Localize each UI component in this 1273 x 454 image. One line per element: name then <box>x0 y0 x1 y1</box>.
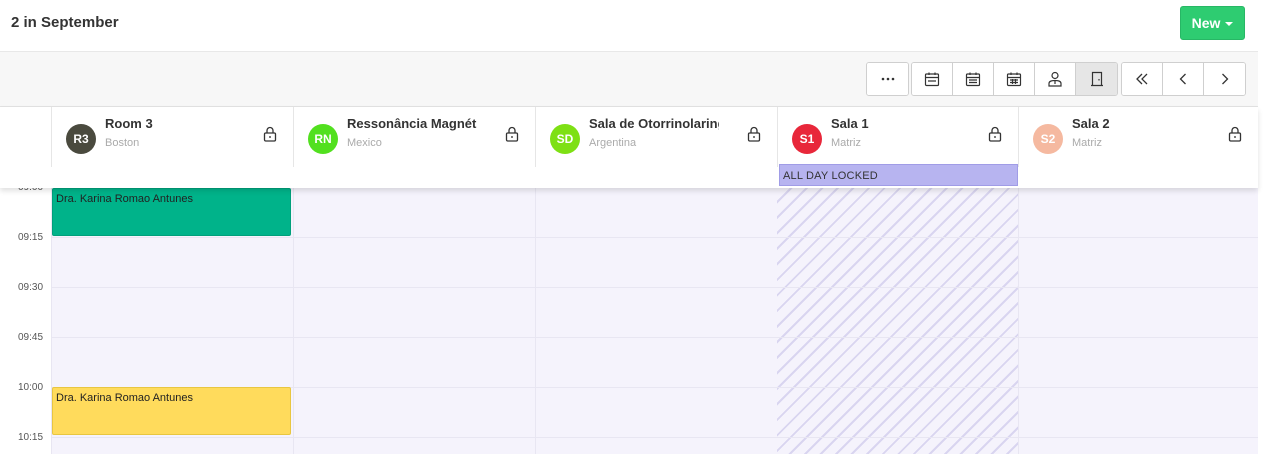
time-label: 10:15 <box>18 432 44 443</box>
resource-room-3[interactable]: R3 Room 3 Boston <box>51 107 293 167</box>
grid-line <box>51 287 1258 288</box>
previous-button[interactable] <box>1163 63 1204 95</box>
resource-sala-2[interactable]: S2 Sala 2 Matriz <box>1018 107 1258 167</box>
more-horizontal-icon <box>881 77 894 81</box>
scrollbar-track[interactable] <box>1258 0 1273 454</box>
resource-name: Sala 2 <box>1072 116 1110 131</box>
chevron-right-icon <box>1221 73 1228 85</box>
sala-2-column[interactable] <box>1018 188 1258 454</box>
all-day-locked-banner: ALL DAY LOCKED <box>779 164 1018 186</box>
resource-name: Ressonância Magnética <box>347 116 477 131</box>
resource-name: Room 3 <box>105 116 153 131</box>
sala-otorrino-column[interactable] <box>535 188 777 454</box>
new-button[interactable]: New <box>1180 6 1245 40</box>
week-view-button[interactable] <box>953 63 994 95</box>
month-view-button[interactable] <box>994 63 1035 95</box>
calendar-month-icon <box>1006 72 1022 87</box>
new-button-label: New <box>1191 15 1221 31</box>
time-label: 10:00 <box>18 382 44 393</box>
avatar: S1 <box>792 124 822 154</box>
resource-name: Sala de Otorrinolaringologia <box>589 116 719 131</box>
view-toolbar <box>0 52 1258 107</box>
grid-line <box>51 437 1258 438</box>
page-title: 2 in September <box>11 14 119 31</box>
view-mode-group <box>911 62 1118 96</box>
schedule-grid: 09:00 09:15 09:30 09:45 10:00 10:15 Dra.… <box>0 182 1258 454</box>
avatar: R3 <box>66 124 96 154</box>
lock-icon[interactable] <box>747 126 761 142</box>
resource-name: Sala 1 <box>831 116 869 131</box>
first-page-button[interactable] <box>1122 63 1163 95</box>
resource-location: Matriz <box>831 137 861 149</box>
resource-header: R3 Room 3 Boston RN Ressonância Magnétic… <box>0 107 1258 188</box>
professional-view-button[interactable] <box>1035 63 1076 95</box>
chevron-left-icon <box>1179 73 1186 85</box>
time-label: 09:30 <box>18 282 44 293</box>
time-label: 09:45 <box>18 332 44 343</box>
grid-line <box>51 337 1258 338</box>
locked-area <box>777 188 1018 454</box>
ressonancia-column[interactable] <box>293 188 535 454</box>
more-options-button[interactable] <box>867 63 908 95</box>
door-icon <box>1090 71 1103 87</box>
resource-location: Boston <box>105 137 140 149</box>
lock-icon[interactable] <box>988 126 1002 142</box>
scheduler-app: 2 in September New 09:15 09:30 09:45 10:… <box>0 0 1273 454</box>
room-view-button[interactable] <box>1076 63 1117 95</box>
grid-line <box>51 237 1258 238</box>
user-tie-icon <box>1048 71 1062 87</box>
resource-location: Mexico <box>347 137 382 149</box>
avatar: RN <box>308 124 338 154</box>
resource-sala-otorrino[interactable]: SD Sala de Otorrinolaringologia Argentin… <box>535 107 777 167</box>
title-bar: 2 in September New <box>0 0 1258 52</box>
chevrons-left-icon <box>1136 73 1148 85</box>
resource-location: Argentina <box>589 137 637 149</box>
avatar: SD <box>550 124 580 154</box>
caret-down-icon <box>1225 22 1234 26</box>
navigation-group <box>1121 62 1246 96</box>
resource-location: Matriz <box>1072 137 1102 149</box>
resource-sala-1[interactable]: S1 Sala 1 Matriz <box>777 107 1018 167</box>
day-view-button[interactable] <box>912 63 953 95</box>
time-axis: 09:00 09:15 09:30 09:45 10:00 10:15 <box>0 182 51 454</box>
appointment-event[interactable]: Dra. Karina Romao Antunes <box>52 387 291 435</box>
lock-icon[interactable] <box>1228 126 1242 142</box>
next-button[interactable] <box>1204 63 1245 95</box>
calendar-day-icon <box>924 72 940 87</box>
avatar: S2 <box>1033 124 1063 154</box>
appointment-event[interactable]: Dra. Karina Romao Antunes <box>52 188 291 236</box>
lock-icon[interactable] <box>263 126 277 142</box>
calendar-week-icon <box>965 72 981 87</box>
resource-ressonancia[interactable]: RN Ressonância Magnética Mexico <box>293 107 535 167</box>
lock-icon[interactable] <box>505 126 519 142</box>
time-label: 09:15 <box>18 232 44 243</box>
more-options-group <box>866 62 909 96</box>
